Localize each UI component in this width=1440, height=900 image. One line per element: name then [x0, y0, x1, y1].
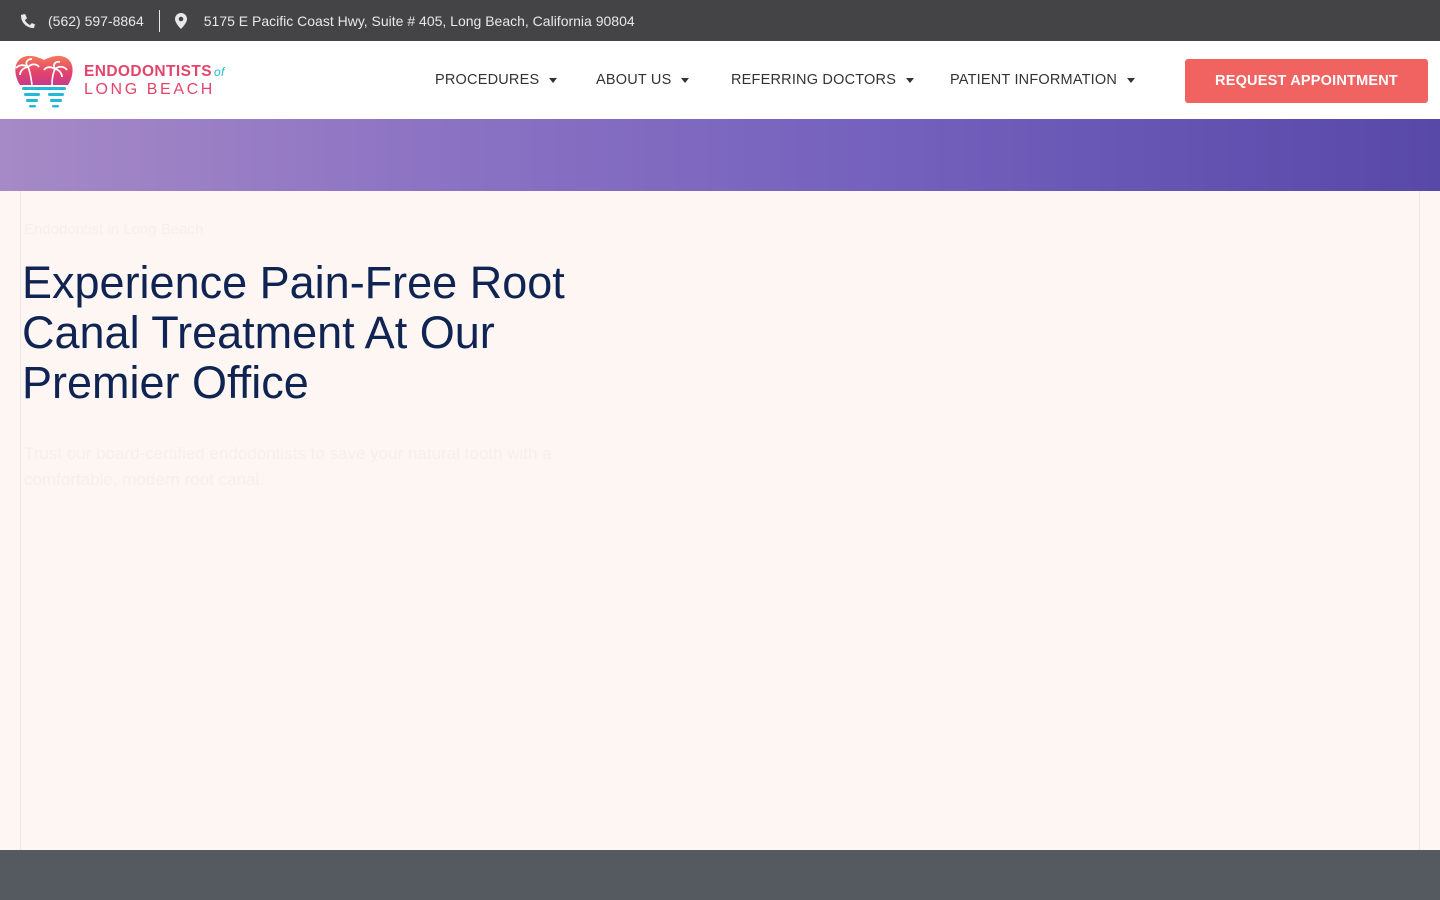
caret-down-icon	[549, 77, 558, 83]
gradient-banner	[0, 119, 1440, 191]
nav-procedures-label: PROCEDURES	[435, 72, 540, 88]
logo-subtitle: LONG BEACH	[84, 80, 215, 98]
nav-procedures[interactable]: PROCEDURES	[435, 72, 558, 88]
map-pin-icon	[174, 12, 187, 29]
nav-about-us-label: ABOUT US	[596, 72, 672, 88]
footer-band	[0, 850, 1440, 900]
caret-down-icon	[906, 77, 915, 83]
nav-patient-information-label: PATIENT INFORMATION	[950, 72, 1118, 88]
site-logo[interactable]: ENDODONTISTS of LONG BEACH	[10, 53, 235, 109]
address-text[interactable]: 5175 E Pacific Coast Hwy, Suite # 405, L…	[204, 13, 635, 29]
topbar-divider	[158, 9, 160, 32]
phone-number[interactable]: (562) 597-8864	[48, 13, 144, 29]
request-appointment-button[interactable]: REQUEST APPOINTMENT	[1185, 59, 1428, 103]
hero-subtitle: Trust our board-certified endodontists t…	[24, 444, 552, 489]
nav-patient-information[interactable]: PATIENT INFORMATION	[950, 72, 1136, 88]
nav-about-us[interactable]: ABOUT US	[596, 72, 690, 88]
hero-breadcrumb: Endodontist in Long Beach	[24, 221, 204, 238]
phone-icon	[21, 13, 36, 28]
logo-of: of	[213, 65, 225, 80]
nav-referring-doctors[interactable]: REFERRING DOCTORS	[731, 72, 915, 88]
logo-title: ENDODONTISTS	[84, 63, 212, 81]
top-contact-bar: (562) 597-8864 5175 E Pacific Coast Hwy,…	[0, 0, 1440, 41]
caret-down-icon	[681, 77, 690, 83]
caret-down-icon	[1127, 77, 1136, 83]
phone-contact[interactable]: (562) 597-8864	[20, 13, 144, 29]
nav-referring-doctors-label: REFERRING DOCTORS	[731, 72, 897, 88]
site-header: ENDODONTISTS of LONG BEACH PROCEDURES ABO…	[0, 41, 1440, 119]
hero-title: Experience Pain-Free Root Canal Treatmen…	[22, 257, 565, 408]
palm-tooth-logo-icon	[15, 55, 73, 108]
hero-section: Endodontist in Long Beach Experience Pai…	[20, 191, 1420, 850]
logo-wordmark: ENDODONTISTS of LONG BEACH	[84, 64, 225, 98]
address-contact[interactable]: 5175 E Pacific Coast Hwy, Suite # 405, L…	[174, 12, 635, 29]
